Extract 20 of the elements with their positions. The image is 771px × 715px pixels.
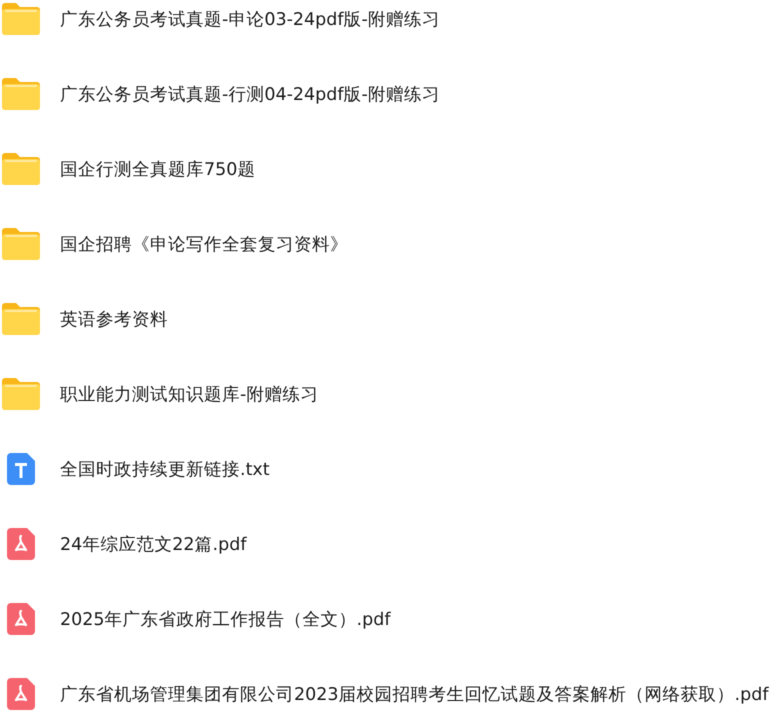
folder-icon [2, 228, 40, 260]
pdf-file-icon [7, 528, 35, 560]
folder-icon [2, 378, 40, 410]
file-name[interactable]: 广东公务员考试真题-申论03-24pdf版-附赠练习 [60, 7, 440, 31]
file-name[interactable]: 2025年广东省政府工作报告（全文）.pdf [60, 607, 390, 631]
file-name[interactable]: 广东公务员考试真题-行测04-24pdf版-附赠练习 [60, 82, 440, 106]
file-name[interactable]: 英语参考资料 [60, 307, 168, 331]
file-name[interactable]: 国企招聘《申论写作全套复习资料》 [60, 232, 348, 256]
text-file-icon [7, 453, 35, 485]
file-name[interactable]: 24年综应范文22篇.pdf [60, 532, 246, 556]
file-name[interactable]: 国企行测全真题库750题 [60, 157, 256, 181]
folder-icon [2, 78, 40, 110]
folder-icon [2, 3, 40, 35]
file-name[interactable]: 广东省机场管理集团有限公司2023届校园招聘考生回忆试题及答案解析（网络获取）.pdf [60, 682, 768, 706]
folder-icon [2, 303, 40, 335]
folder-icon [2, 153, 40, 185]
pdf-file-icon [7, 678, 35, 710]
pdf-file-icon [7, 603, 35, 635]
file-name[interactable]: 全国时政持续更新链接.txt [60, 457, 270, 481]
file-name[interactable]: 职业能力测试知识题库-附赠练习 [60, 382, 318, 406]
